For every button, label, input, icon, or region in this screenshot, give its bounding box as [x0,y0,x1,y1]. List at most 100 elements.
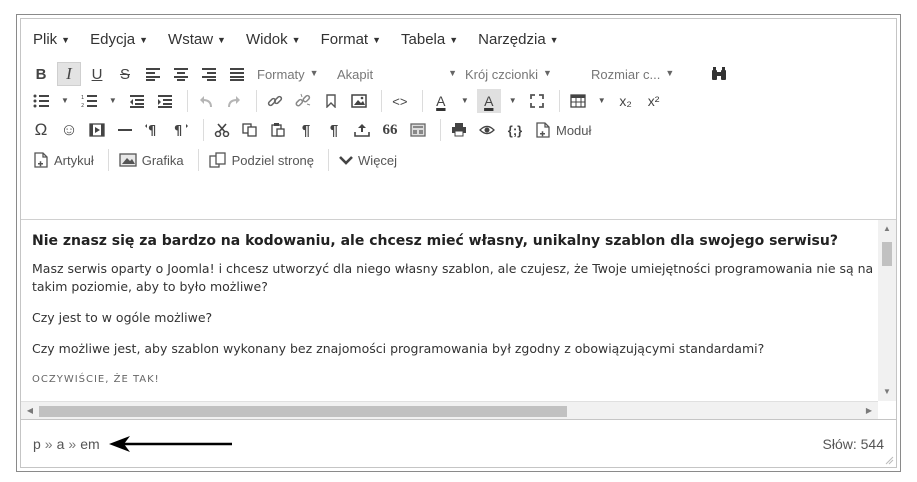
cut-button[interactable] [210,118,234,142]
insert-image-button[interactable] [347,89,371,113]
upload-button[interactable] [350,118,374,142]
menu-view[interactable]: Widok ▼ [246,31,301,48]
indent-button[interactable] [153,89,177,113]
article-button[interactable]: Artykuł [29,148,98,172]
eye-icon [479,125,495,135]
redo-button[interactable] [222,89,246,113]
source-code-button[interactable]: <> [388,89,412,113]
scroll-right-icon[interactable]: ▶ [862,402,876,420]
font-size-dropdown[interactable]: Rozmiar c... ▼ [587,62,707,86]
table-button[interactable] [566,89,590,113]
align-justify-icon [230,68,244,81]
underline-button[interactable]: U [85,62,109,86]
copy-button[interactable] [238,118,262,142]
align-center-button[interactable] [169,62,193,86]
scroll-left-icon[interactable]: ◀ [23,402,37,420]
blockquote-button[interactable]: 66 [378,118,402,142]
background-color-button[interactable]: A [476,89,501,113]
align-right-button[interactable] [197,62,221,86]
path-item[interactable]: p [33,436,41,452]
indent-icon [157,95,172,108]
horizontal-rule-button[interactable] [113,118,137,142]
toolbar-separator [421,90,423,112]
path-item[interactable]: em [80,436,99,452]
anchor-button[interactable] [319,89,343,113]
print-button[interactable] [447,118,471,142]
rtl-button[interactable]: ¶ [169,118,193,142]
menu-label: Wstaw [168,30,214,48]
undo-button[interactable] [194,89,218,113]
horizontal-scrollbar[interactable]: ◀ ▶ [21,401,878,420]
menu-label: Plik [33,30,58,48]
subscript-icon: x₂ [619,93,632,109]
menu-edit[interactable]: Edycja ▼ [90,31,148,48]
scroll-up-icon[interactable]: ▲ [878,222,896,236]
menu-file[interactable]: Plik ▼ [33,31,70,48]
caret-down-icon[interactable]: ▼ [109,96,117,105]
superscript-button[interactable]: x² [642,89,666,113]
show-blocks-button[interactable]: ¶ [294,118,318,142]
image-insert-button[interactable]: Grafika [115,148,188,172]
special-character-button[interactable]: Ω [29,118,53,142]
readmore-button[interactable]: Więcej [335,148,401,172]
bullet-list-button[interactable] [29,89,53,113]
toolbar-separator [558,90,560,112]
print-icon [452,123,466,137]
image-label: Grafika [141,152,184,168]
word-count: Słów: 544 [822,435,884,452]
pagebreak-button[interactable]: Podziel stronę [205,148,318,172]
content-paragraph: Masz serwis oparty o Joomla! i chcesz ut… [32,261,874,294]
media-button[interactable] [85,118,109,142]
caret-down-icon: ▼ [139,34,149,45]
redo-icon [227,96,240,108]
emoticons-button[interactable]: ☺ [57,118,81,142]
picture-icon [119,153,137,167]
module-label: Moduł [556,122,592,138]
search-replace-button[interactable] [707,62,731,86]
template-icon [410,123,426,137]
menu-format[interactable]: Format ▼ [321,31,381,48]
formats-dropdown[interactable]: Formaty ▼ [253,62,333,86]
resize-handle-icon[interactable] [884,455,894,465]
ltr-button[interactable]: ¶ [141,118,165,142]
preview-button[interactable] [475,118,499,142]
vertical-scroll-thumb[interactable] [882,242,892,266]
binoculars-icon [712,67,726,80]
align-left-button[interactable] [141,62,165,86]
path-item[interactable]: a [57,436,65,452]
insert-link-button[interactable] [263,89,287,113]
caret-down-icon[interactable]: ▼ [509,96,517,105]
caret-down-icon[interactable]: ▼ [598,96,606,105]
menu-table[interactable]: Tabela ▼ [401,31,458,48]
align-justify-button[interactable] [225,62,249,86]
menu-insert[interactable]: Wstaw ▼ [168,31,226,48]
caret-down-icon[interactable]: ▼ [461,96,469,105]
path-separator: » [68,435,77,452]
text-color-button[interactable]: A [429,89,453,113]
show-invisibles-button[interactable]: ¶ [322,118,346,142]
bold-button[interactable]: B [29,62,53,86]
block-format-dropdown[interactable]: Akapit ▼ [333,62,461,86]
module-button[interactable]: Moduł [531,118,595,142]
scroll-down-icon[interactable]: ▼ [878,385,896,399]
code-icon: <> [392,93,408,109]
unlink-button[interactable] [291,89,315,113]
horizontal-scroll-thumb[interactable] [39,406,567,417]
font-family-dropdown[interactable]: Krój czcionki ▼ [461,62,587,86]
italic-button[interactable]: I [57,62,81,86]
vertical-scrollbar[interactable]: ▲ ▼ [878,219,896,401]
outdent-button[interactable] [125,89,149,113]
editor-content[interactable]: Nie znasz się za bardzo na kodowaniu, al… [21,219,878,401]
document-add-icon [34,152,48,168]
subscript-button[interactable]: x₂ [614,89,638,113]
paste-button[interactable] [266,118,290,142]
template-button[interactable] [406,118,430,142]
numbered-list-button[interactable]: 12 [77,89,101,113]
fullscreen-button[interactable] [525,89,549,113]
menu-tools[interactable]: Narzędzia ▼ [478,31,558,48]
caret-down-icon[interactable]: ▼ [61,96,69,105]
numbered-list-icon: 12 [81,95,97,108]
toolbar-separator [380,90,382,112]
code-sample-button[interactable]: {;} [503,118,527,142]
strikethrough-button[interactable]: S [113,62,137,86]
